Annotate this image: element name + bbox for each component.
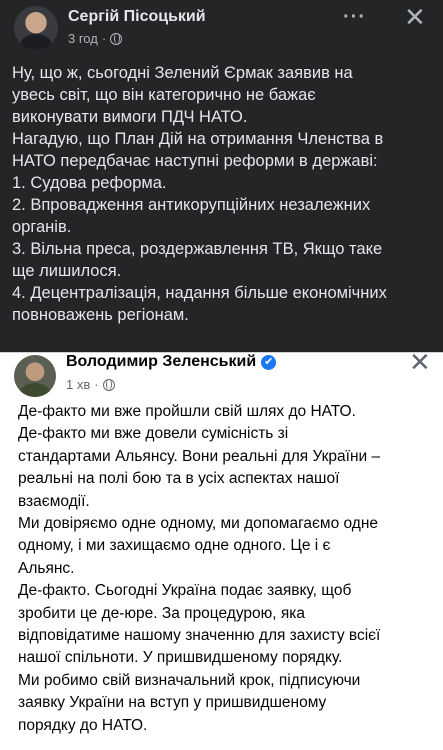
outer-post: Сергій Пісоцький 3 год · ··· ✕ Ну, що ж,…	[0, 0, 443, 352]
globe-icon	[102, 378, 115, 391]
post-text-line: Альянс.	[18, 559, 75, 577]
post-text-line: 3. Вільна преса, роздержавлення ТВ, Якщо…	[12, 240, 383, 258]
post-text-line: 4. Децентралізація, надання більше еконо…	[12, 284, 387, 302]
post-text-line: реальні на полі бою та в усіх аспектах н…	[18, 470, 340, 488]
post-text-line: виконувати вимоги ПДЧ НАТО.	[12, 108, 248, 126]
post-text-line: Ми робимо свій визначальний крок, підпис…	[18, 671, 361, 689]
post-text-line: 1. Судова реформа.	[12, 174, 167, 192]
post-text: Де-факто ми вже пройшли свій шлях до НАТ…	[18, 401, 442, 737]
post-text-line: Ну, що ж, сьогодні Зелений Єрмак заявив …	[12, 64, 353, 82]
more-options-icon[interactable]: ···	[343, 6, 366, 29]
post-text-line: 2. Впровадження антикорупційних незалежн…	[12, 196, 371, 214]
post-text-line: Де-факто ми вже пройшли свій шлях до НАТ…	[18, 403, 356, 420]
close-icon[interactable]: ✕	[404, 2, 426, 33]
post-text: Ну, що ж, сьогодні Зелений Єрмак заявив …	[12, 62, 442, 326]
post-meta: 1 хв ·	[66, 377, 115, 392]
post-text-line: стандартами Альянсу. Вони реальні для Ук…	[18, 447, 381, 465]
post-timestamp[interactable]: 3 год	[68, 31, 98, 46]
close-icon[interactable]: ✕	[409, 347, 431, 378]
post-text-line: Нагадую, що План Дій на отримання Членст…	[12, 130, 384, 148]
post-text-line: Ми довіряємо одне одному, ми допомагаємо…	[18, 515, 379, 533]
post-text-line: Де-факто ми вже довели сумісність зі	[18, 425, 289, 443]
author-name-text: Володимир Зеленський	[66, 353, 257, 370]
avatar[interactable]	[14, 355, 56, 397]
globe-icon	[110, 32, 123, 45]
post-meta: 3 год ·	[68, 31, 123, 46]
post-text-line: НАТО передбачає наступні реформи в держа…	[12, 152, 378, 170]
post-timestamp[interactable]: 1 хв	[66, 377, 90, 392]
post-text-line: органів.	[12, 218, 72, 236]
post-text-line: порядку до НАТО.	[18, 716, 148, 734]
post-text-line: зробити це де-юре. За процедурою, яка	[18, 604, 306, 622]
post-text-line: повноважень регіонам.	[12, 306, 189, 324]
post-text-line: одному, і ми захищаємо одне одного. Це і…	[18, 537, 331, 555]
verified-badge-icon: ✔	[261, 354, 277, 370]
post-text-line: Де-факто. Сьогодні Україна подає заявку,…	[18, 582, 352, 600]
avatar[interactable]	[14, 6, 58, 50]
post-text-line: ще лишилося.	[12, 262, 122, 280]
post-author-name[interactable]: Сергій Пісоцький	[68, 8, 206, 26]
embedded-post: Володимир Зеленський ✔ 1 хв · ✕ Де-факто…	[0, 347, 443, 750]
post-text-line: увесь світ, що він категорично не бажає	[12, 86, 316, 104]
post-text-line: взаємодії.	[18, 492, 90, 510]
post-text-line: відповідатиме нашому значенню для захист…	[18, 627, 381, 645]
post-text-line: нашої спільноти. У пришвидшеному порядку…	[18, 649, 343, 667]
post-text-line: заявку України на вступ у пришвидшеному	[18, 694, 327, 712]
post-author-name[interactable]: Володимир Зеленський ✔	[66, 353, 277, 371]
